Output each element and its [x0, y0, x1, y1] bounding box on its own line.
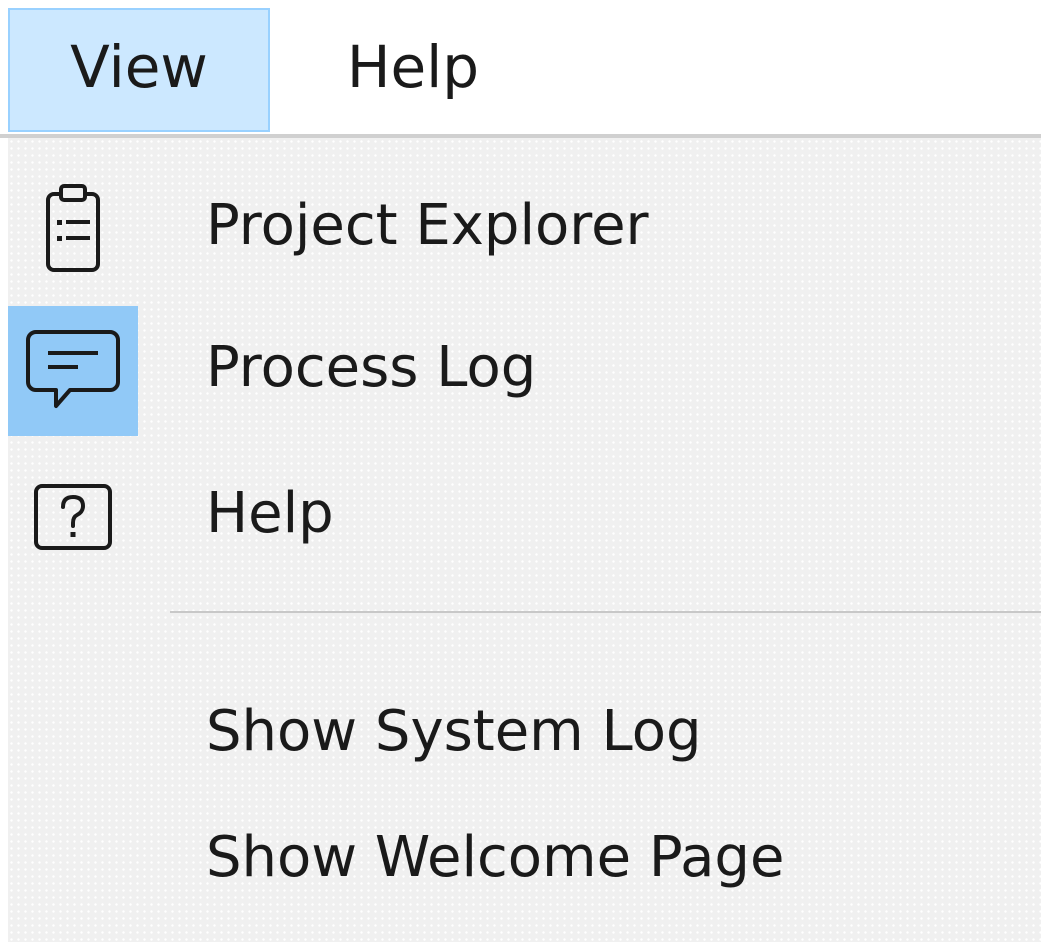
menu-separator [170, 611, 1041, 613]
menu-item-project-explorer[interactable]: Project Explorer [8, 164, 1041, 294]
menubar-view-label: View [70, 33, 208, 101]
menu-item-show-welcome-page[interactable]: Show Welcome Page [8, 796, 1041, 926]
view-menu-dropdown: Project Explorer Process Log Help Show S… [8, 138, 1041, 942]
clipboard-list-icon [8, 164, 138, 294]
menu-item-show-system-log[interactable]: Show System Log [8, 670, 1041, 800]
menu-item-label: Show System Log [206, 699, 702, 764]
menubar-help-label: Help [346, 33, 480, 101]
menubar-view[interactable]: View [8, 8, 270, 132]
chat-bubble-icon [8, 306, 138, 436]
menu-item-label: Process Log [206, 335, 537, 400]
menu-item-label: Help [206, 481, 334, 546]
menu-item-label: Show Welcome Page [206, 825, 785, 890]
menubar-help[interactable]: Help [318, 8, 508, 132]
menu-item-label: Project Explorer [206, 193, 649, 258]
menu-bar: View Help [0, 0, 1041, 134]
menu-item-process-log[interactable]: Process Log [8, 306, 1041, 436]
menu-item-help[interactable]: Help [8, 452, 1041, 582]
question-box-icon [8, 452, 138, 582]
